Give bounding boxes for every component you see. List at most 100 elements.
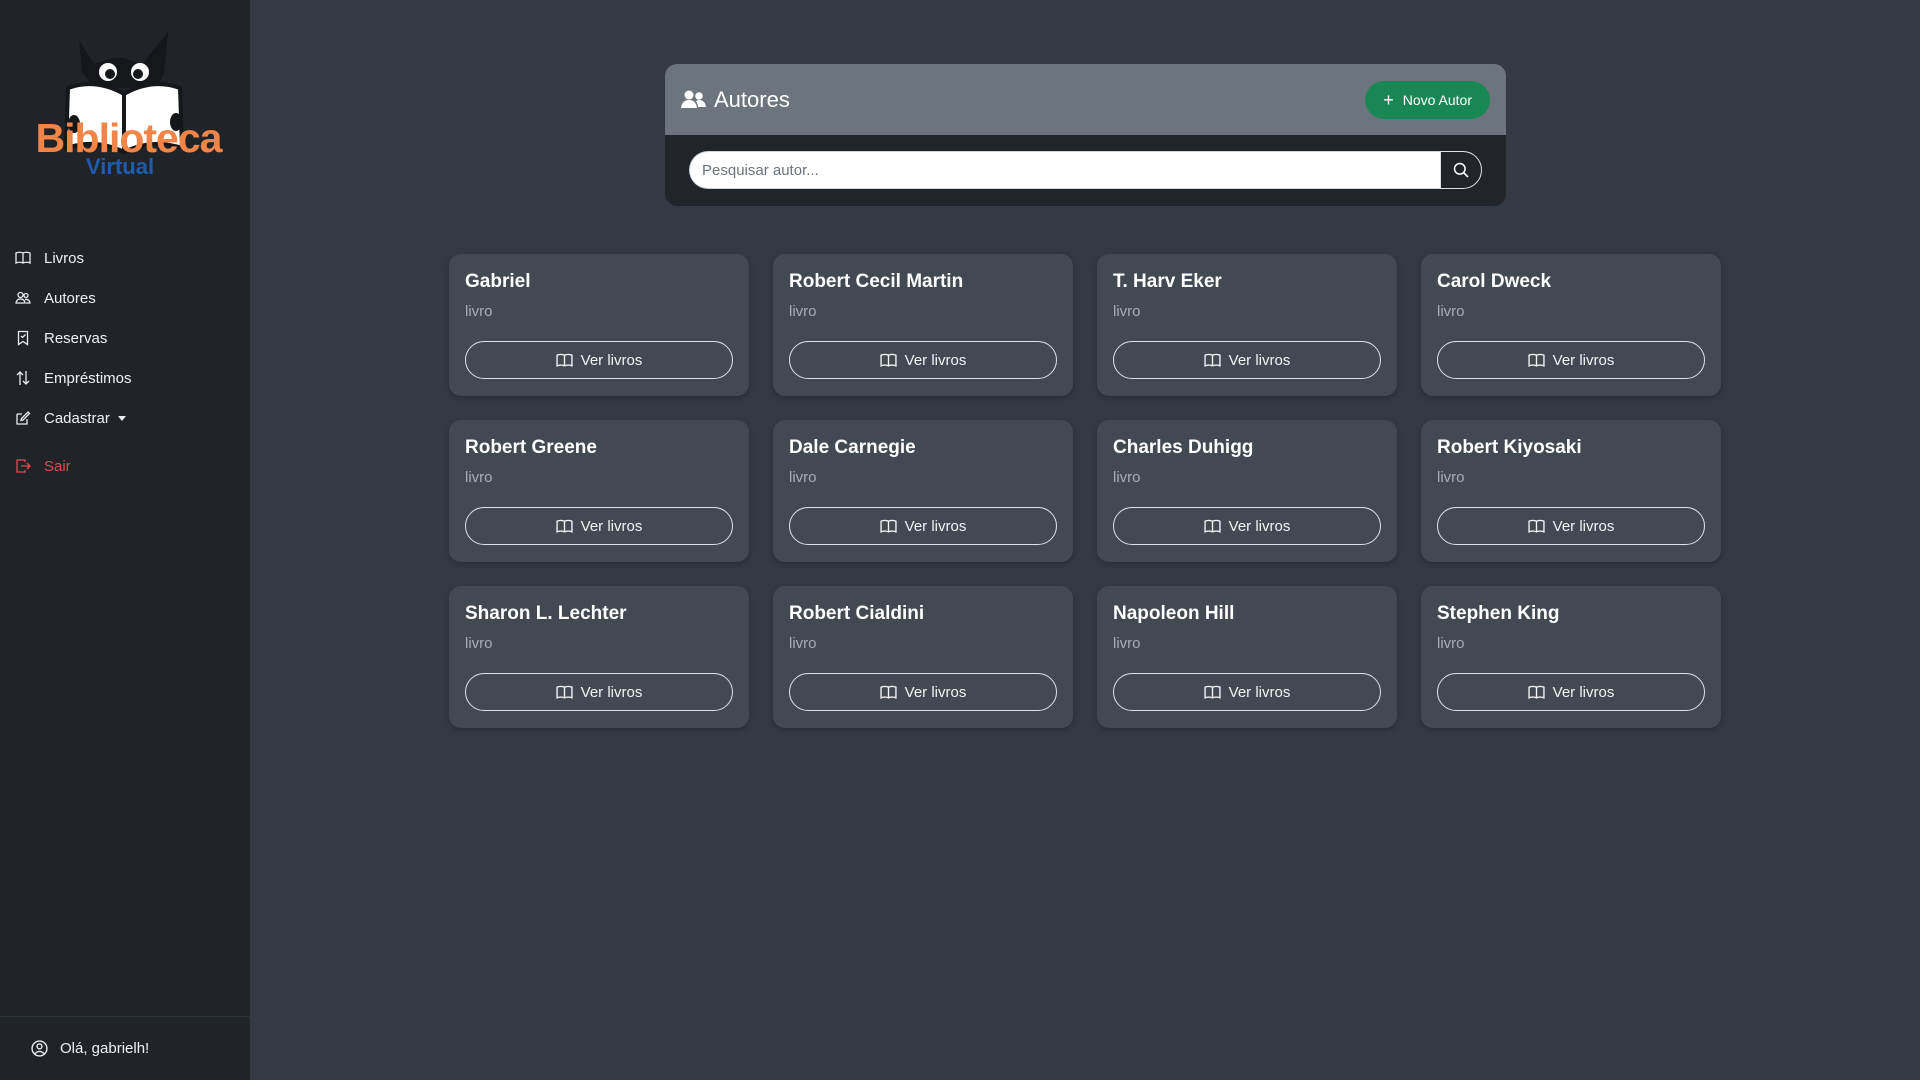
book-icon xyxy=(556,519,573,534)
author-card: Charles Duhigg livro Ver livros xyxy=(1097,420,1397,562)
sidebar-item-emprestimos[interactable]: Empréstimos xyxy=(0,358,250,398)
author-card: Dale Carnegie livro Ver livros xyxy=(773,420,1073,562)
author-card: Stephen King livro Ver livros xyxy=(1421,586,1721,728)
book-icon xyxy=(880,519,897,534)
author-card: Sharon L. Lechter livro Ver livros xyxy=(449,586,749,728)
author-subtitle: livro xyxy=(1437,634,1465,652)
ver-livros-label: Ver livros xyxy=(1228,351,1291,369)
authors-grid: Gabriel livro Ver livros Robert Cecil Ma… xyxy=(449,254,1723,728)
book-icon xyxy=(880,685,897,700)
ver-livros-button[interactable]: Ver livros xyxy=(465,341,733,379)
people-icon xyxy=(15,290,31,306)
ver-livros-label: Ver livros xyxy=(904,683,967,701)
search-icon xyxy=(1453,162,1469,178)
sidebar-item-label: Cadastrar xyxy=(44,409,110,427)
people-fill-icon xyxy=(681,89,706,111)
search-input[interactable] xyxy=(689,151,1440,189)
ver-livros-button[interactable]: Ver livros xyxy=(1437,673,1705,711)
brand-subtitle: Virtual xyxy=(86,154,155,179)
book-icon xyxy=(1204,353,1221,368)
book-icon xyxy=(880,353,897,368)
ver-livros-button[interactable]: Ver livros xyxy=(1113,341,1381,379)
user-greeting[interactable]: Olá, gabrielh! xyxy=(0,1016,250,1080)
author-subtitle: livro xyxy=(1113,302,1141,320)
ver-livros-button[interactable]: Ver livros xyxy=(465,507,733,545)
search-bar xyxy=(665,135,1506,205)
ver-livros-button[interactable]: Ver livros xyxy=(465,673,733,711)
page-title-text: Autores xyxy=(714,86,790,112)
author-name: Sharon L. Lechter xyxy=(465,603,627,624)
caret-down-icon xyxy=(117,415,126,421)
ver-livros-button[interactable]: Ver livros xyxy=(1437,507,1705,545)
ver-livros-label: Ver livros xyxy=(904,351,967,369)
book-icon xyxy=(1204,685,1221,700)
author-name: Carol Dweck xyxy=(1437,271,1552,292)
author-name: Robert Cecil Martin xyxy=(789,271,964,292)
book-icon xyxy=(1204,519,1221,534)
author-card: Napoleon Hill livro Ver livros xyxy=(1097,586,1397,728)
book-icon xyxy=(556,685,573,700)
new-author-label: Novo Autor xyxy=(1402,91,1472,108)
ver-livros-label: Ver livros xyxy=(580,351,643,369)
ver-livros-button[interactable]: Ver livros xyxy=(1437,341,1705,379)
brand-name: Biblioteca xyxy=(35,115,223,161)
ver-livros-label: Ver livros xyxy=(1228,683,1291,701)
ver-livros-label: Ver livros xyxy=(904,517,967,535)
author-subtitle: livro xyxy=(789,468,817,486)
user-circle-icon xyxy=(31,1040,48,1057)
ver-livros-button[interactable]: Ver livros xyxy=(789,507,1057,545)
author-name: Dale Carnegie xyxy=(789,437,916,458)
author-subtitle: livro xyxy=(465,634,493,652)
author-subtitle: livro xyxy=(1437,468,1465,486)
book-icon xyxy=(556,353,573,368)
new-author-button[interactable]: + Novo Autor xyxy=(1365,80,1490,119)
ver-livros-button[interactable]: Ver livros xyxy=(1113,673,1381,711)
author-name: Napoleon Hill xyxy=(1113,603,1235,624)
author-subtitle: livro xyxy=(465,302,493,320)
sidebar-item-sair[interactable]: Sair xyxy=(0,446,250,486)
author-subtitle: livro xyxy=(1437,302,1465,320)
pencil-square-icon xyxy=(15,410,31,426)
author-name: Stephen King xyxy=(1437,603,1560,624)
sidebar-item-autores[interactable]: Autores xyxy=(0,278,250,318)
brand-logo[interactable]: Biblioteca Virtual xyxy=(24,28,229,188)
book-icon xyxy=(1528,685,1545,700)
bookmark-icon xyxy=(15,330,31,346)
author-card: Robert Cecil Martin livro Ver livros xyxy=(773,254,1073,396)
ver-livros-button[interactable]: Ver livros xyxy=(789,673,1057,711)
ver-livros-label: Ver livros xyxy=(1552,683,1615,701)
sidebar: Biblioteca Virtual Livros Autores Reserv… xyxy=(0,0,250,1080)
author-name: Robert Greene xyxy=(465,437,597,458)
sidebar-item-cadastrar[interactable]: Cadastrar xyxy=(0,398,250,438)
author-card: Robert Kiyosaki livro Ver livros xyxy=(1421,420,1721,562)
ver-livros-button[interactable]: Ver livros xyxy=(1113,507,1381,545)
arrows-updown-icon xyxy=(15,370,31,386)
author-card: Carol Dweck livro Ver livros xyxy=(1421,254,1721,396)
sidebar-nav: Livros Autores Reservas Empréstimos Cada… xyxy=(0,238,250,486)
book-icon xyxy=(1528,519,1545,534)
ver-livros-label: Ver livros xyxy=(1228,517,1291,535)
book-icon xyxy=(1528,353,1545,368)
ver-livros-label: Ver livros xyxy=(1552,517,1615,535)
ver-livros-label: Ver livros xyxy=(1552,351,1615,369)
author-name: Robert Kiyosaki xyxy=(1437,437,1582,458)
ver-livros-button[interactable]: Ver livros xyxy=(789,341,1057,379)
panel-header: Autores + Novo Autor xyxy=(665,64,1506,135)
sidebar-item-label: Empréstimos xyxy=(44,369,132,387)
authors-panel: Autores + Novo Autor xyxy=(665,64,1506,206)
search-button[interactable] xyxy=(1440,151,1482,189)
logout-icon xyxy=(15,458,31,474)
author-name: Gabriel xyxy=(465,271,531,292)
author-subtitle: livro xyxy=(789,302,817,320)
author-name: Robert Cialdini xyxy=(789,603,925,624)
sidebar-item-label: Autores xyxy=(44,289,96,307)
sidebar-item-label: Reservas xyxy=(44,329,108,347)
ver-livros-label: Ver livros xyxy=(580,517,643,535)
author-subtitle: livro xyxy=(465,468,493,486)
sidebar-item-livros[interactable]: Livros xyxy=(0,238,250,278)
author-card: Gabriel livro Ver livros xyxy=(449,254,749,396)
sidebar-item-label: Livros xyxy=(44,249,85,267)
sidebar-item-reservas[interactable]: Reservas xyxy=(0,318,250,358)
plus-icon: + xyxy=(1383,89,1394,110)
author-name: Charles Duhigg xyxy=(1113,437,1254,458)
